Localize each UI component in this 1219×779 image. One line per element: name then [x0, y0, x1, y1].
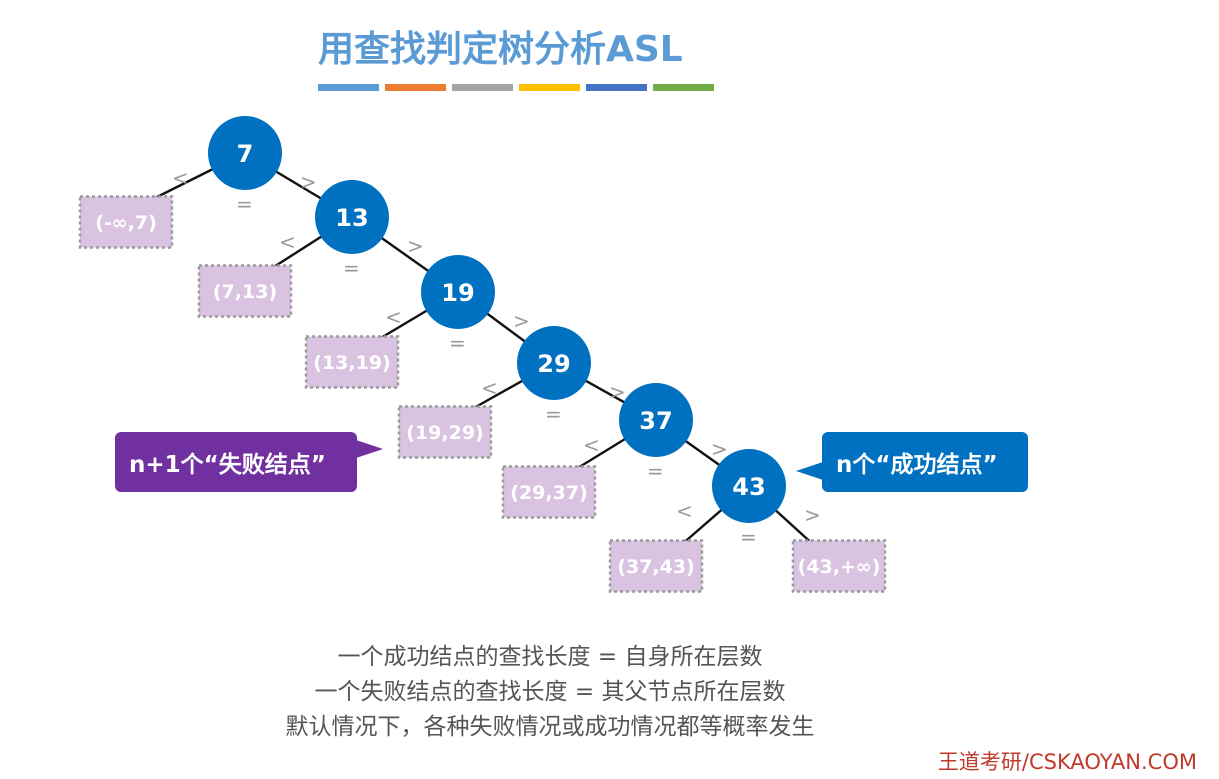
- less-than-mark: <: [279, 230, 296, 254]
- equal-mark: =: [647, 459, 664, 483]
- notes: 一个成功结点的查找长度 = 自身所在层数 一个失败结点的查找长度 = 其父节点所…: [230, 640, 870, 745]
- tree-node-label: 7: [237, 140, 254, 168]
- greater-than-mark: >: [407, 234, 424, 258]
- greater-than-mark: >: [300, 170, 317, 194]
- failure-node-label: (29,37): [510, 482, 587, 504]
- less-than-mark: <: [385, 305, 402, 329]
- failure-node-label: (7,13): [213, 281, 277, 303]
- equal-mark: =: [343, 256, 360, 280]
- equal-mark: =: [545, 402, 562, 426]
- tree-node-label: 29: [537, 350, 570, 378]
- failure-node-label: (19,29): [406, 422, 483, 444]
- less-than-mark: <: [172, 166, 189, 190]
- greater-than-mark: >: [513, 309, 530, 333]
- note-line: 默认情况下，各种失败情况或成功情况都等概率发生: [285, 714, 815, 740]
- failure-node-label: (37,43): [617, 556, 694, 578]
- tree-node-label: 37: [639, 407, 672, 435]
- slide: 用查找判定树分析ASL (-∞,7) (7,13) (13,19) (19,29) (2…: [0, 0, 1219, 779]
- less-than-mark: <: [481, 376, 498, 400]
- greater-than-mark: >: [609, 380, 626, 404]
- footer-brand: 王道考研/CSKAOYAN.COM: [937, 750, 1197, 774]
- failure-node-label: (13,19): [313, 352, 390, 374]
- equal-mark: =: [236, 192, 253, 216]
- equal-mark: =: [740, 525, 757, 549]
- note-line: 一个成功结点的查找长度 = 自身所在层数: [337, 644, 763, 670]
- greater-than-mark: >: [804, 503, 821, 527]
- equal-mark: =: [449, 331, 466, 355]
- failure-node-label: (43,+∞): [798, 556, 881, 578]
- tree-node-label: 13: [335, 204, 368, 232]
- less-than-mark: <: [583, 433, 600, 457]
- note-line: 一个失败结点的查找长度 = 其父节点所在层数: [314, 679, 786, 705]
- failure-nodes-callout: n+1个“失败结点”: [115, 432, 383, 492]
- failure-node-label: (-∞,7): [95, 212, 157, 234]
- tree-node-label: 43: [732, 473, 765, 501]
- success-nodes-callout: n个“成功结点”: [796, 432, 1028, 492]
- tree-node-label: 19: [441, 279, 474, 307]
- less-than-mark: <: [676, 499, 693, 523]
- greater-than-mark: >: [711, 437, 728, 461]
